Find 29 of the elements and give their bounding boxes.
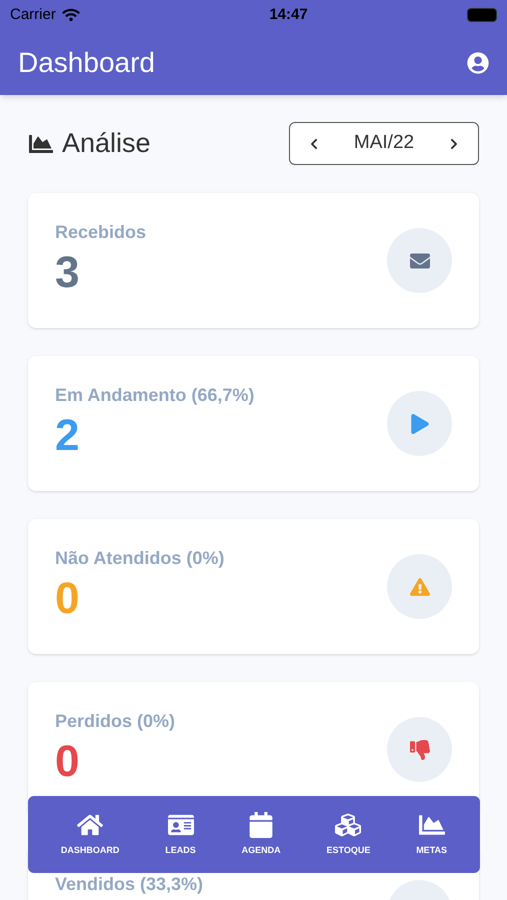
stat-value: 3 [55,247,80,299]
stat-label: Recebidos [55,221,146,244]
section-title: Análise [62,127,151,160]
nav-tab[interactable]: ESTOQUE [326,812,370,858]
cubes-icon [335,812,362,838]
envelope-icon [410,250,430,270]
stat-value: 2 [55,410,80,462]
carrier-label: Carrier [10,4,56,25]
app-title: Dashboard [18,46,155,80]
period-label: MAI/22 [354,131,414,156]
stat-value: 0 [55,736,80,788]
warning-icon [410,576,430,596]
stat-label: Perdidos (0%) [55,710,176,733]
calendar-icon [248,812,274,838]
nav-tab[interactable]: DASHBOARD [60,812,120,858]
stat-label: Vendidos (33,3%) [55,873,204,896]
nav-tab[interactable]: AGENDA [242,812,281,858]
stat-value: 0 [55,573,80,625]
play-icon [410,414,430,434]
battery-icon [467,8,497,22]
previous-button[interactable] [308,138,320,150]
stat-label: Não Atendidos (0%) [55,547,224,570]
stat-label: Em Andamento (66,7%) [55,384,254,407]
wifi-icon [62,8,80,22]
thumbs-down-icon [410,740,430,760]
nav-tab[interactable]: METAS [416,812,448,858]
profile-button[interactable] [467,52,489,74]
status-time: 14:47 [268,4,309,25]
nav-tab[interactable]: LEADS [165,812,196,858]
